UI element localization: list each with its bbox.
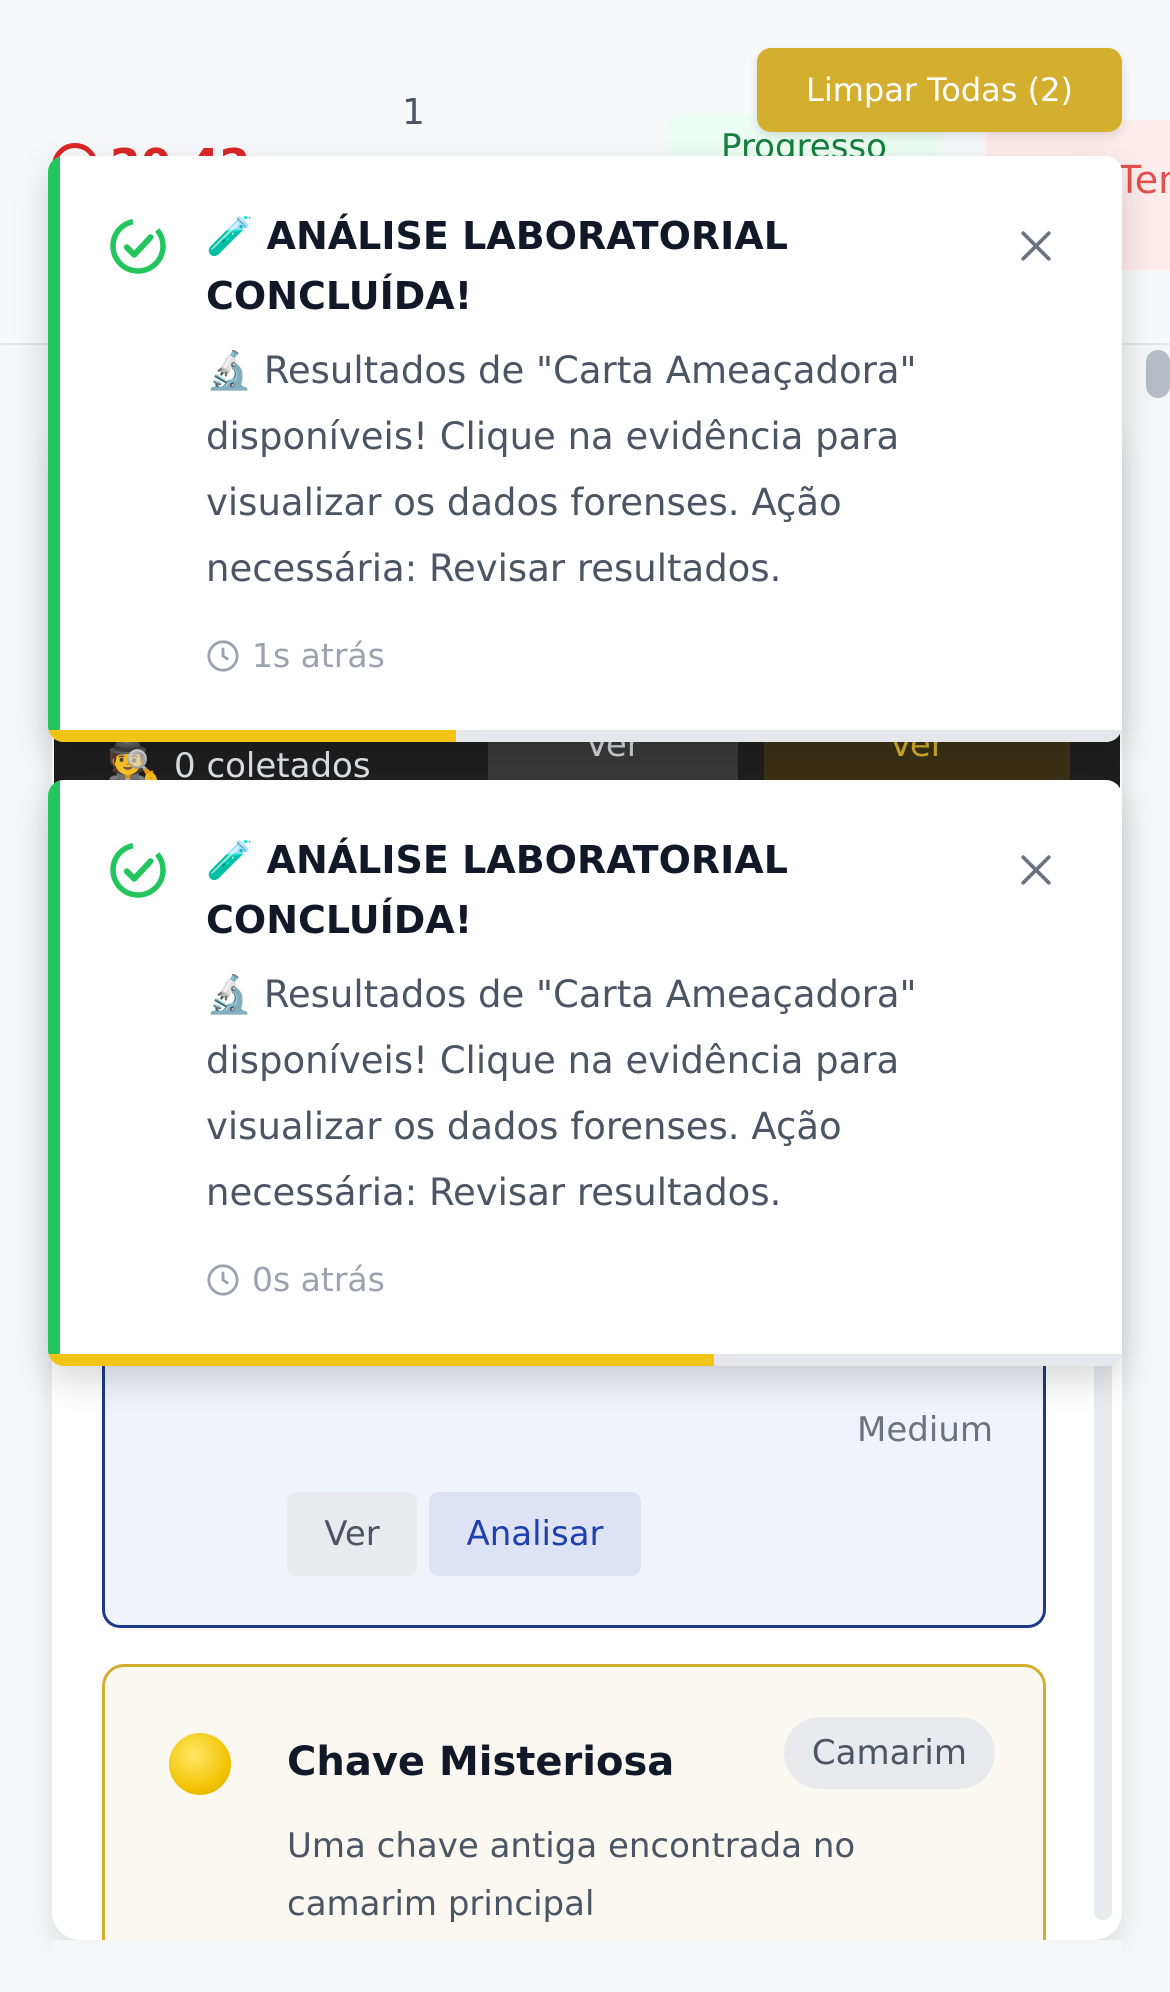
toast-progress-fill	[48, 1354, 714, 1366]
clock-icon	[207, 639, 239, 672]
toast-progress-fill	[48, 730, 457, 742]
toast-title: 🧪 ANÁLISE LABORATORIAL CONCLUÍDA!	[206, 838, 788, 942]
location-tag: Camarim	[783, 1717, 995, 1789]
check-circle-icon	[110, 218, 166, 274]
evidence-description: Uma chave antiga encontrada no camarim p…	[287, 1826, 856, 1924]
notification-toast[interactable]: 🧪 ANÁLISE LABORATORIAL CONCLUÍDA! 🔬 Resu…	[48, 156, 1122, 742]
check-circle-icon	[110, 842, 166, 898]
toast-accent-bar	[48, 156, 60, 742]
view-evidence-button[interactable]: Ver	[287, 1492, 417, 1576]
toast-time-text: 0s atrás	[252, 1260, 385, 1299]
close-icon[interactable]	[1014, 848, 1058, 892]
scrollbar-thumb[interactable]	[1146, 350, 1170, 398]
toast-progress-track	[48, 1354, 1122, 1366]
clock-icon	[207, 1263, 239, 1296]
toast-message: 🔬 Resultados de "Carta Ameaçadora" dispo…	[206, 349, 917, 590]
panel-scrollbar[interactable]	[1094, 1300, 1112, 1920]
priority-label: Medium	[857, 1410, 993, 1450]
toast-timestamp: 1s atrás	[206, 636, 385, 675]
analyze-evidence-button[interactable]: Analisar	[429, 1492, 641, 1576]
clear-all-notifications-button[interactable]: Limpar Todas (2)	[757, 48, 1122, 132]
yellow-circle-icon	[169, 1733, 231, 1795]
tension-label: Tens N	[1118, 158, 1170, 202]
toast-title: 🧪 ANÁLISE LABORATORIAL CONCLUÍDA!	[206, 214, 788, 318]
toast-message: 🔬 Resultados de "Carta Ameaçadora" dispo…	[206, 973, 917, 1214]
evidence-title: Chave Misteriosa	[287, 1739, 675, 1785]
evidence-card-key[interactable]: Chave Misteriosa Camarim Uma chave antig…	[102, 1664, 1046, 1964]
toast-accent-bar	[48, 780, 60, 1366]
notification-toast[interactable]: 🧪 ANÁLISE LABORATORIAL CONCLUÍDA! 🔬 Resu…	[48, 780, 1122, 1366]
close-icon[interactable]	[1014, 224, 1058, 268]
header-count: 1	[402, 92, 425, 133]
toast-progress-track	[48, 730, 1122, 742]
toast-timestamp: 0s atrás	[206, 1260, 385, 1299]
toast-time-text: 1s atrás	[252, 636, 385, 675]
